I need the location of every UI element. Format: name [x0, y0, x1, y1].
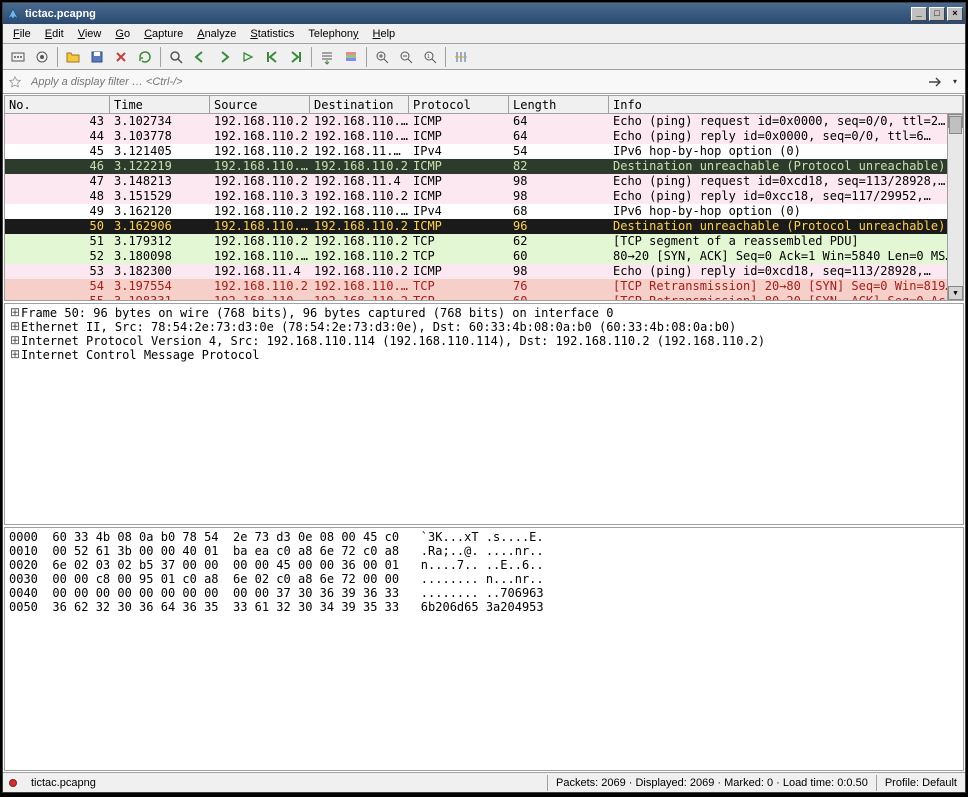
goto-last-icon[interactable]	[285, 46, 307, 68]
table-row[interactable]: 553.198331192.168.110.…192.168.110.2TCP6…	[5, 294, 963, 300]
zoom-out-icon[interactable]	[395, 46, 417, 68]
table-row[interactable]: 543.197554192.168.110.2192.168.110.…TCP7…	[5, 279, 963, 294]
table-row[interactable]: 463.122219192.168.110.…192.168.110.2ICMP…	[5, 159, 963, 174]
maximize-button[interactable]: □	[929, 7, 945, 21]
apply-filter-icon[interactable]	[925, 76, 945, 88]
table-row[interactable]: 443.103778192.168.110.2192.168.110.…ICMP…	[5, 129, 963, 144]
menu-capture[interactable]: Capture	[138, 26, 189, 42]
window-title: tictac.pcapng	[25, 8, 911, 20]
toolbar: 1	[3, 44, 965, 70]
table-row[interactable]: 503.162906192.168.110.…192.168.110.2ICMP…	[5, 219, 963, 234]
tree-item[interactable]: ⊞Ethernet II, Src: 78:54:2e:73:d3:0e (78…	[9, 320, 959, 334]
packet-bytes-pane[interactable]: 0000 60 33 4b 08 0a b0 78 54 2e 73 d3 0e…	[4, 527, 964, 771]
menu-view[interactable]: View	[72, 26, 108, 42]
main-window: tictac.pcapng _ □ × File Edit View Go Ca…	[2, 2, 966, 793]
expand-icon[interactable]: ⊞	[9, 306, 21, 320]
table-row[interactable]: 473.148213192.168.110.2192.168.11.4ICMP9…	[5, 174, 963, 189]
go-back-icon[interactable]	[189, 46, 211, 68]
minimize-button[interactable]: _	[911, 7, 927, 21]
table-row[interactable]: 523.180098192.168.110.…192.168.110.2TCP6…	[5, 249, 963, 264]
expand-icon[interactable]: ⊞	[9, 334, 21, 348]
app-logo-icon	[5, 6, 21, 22]
table-row[interactable]: 483.151529192.168.110.3192.168.110.2ICMP…	[5, 189, 963, 204]
menu-statistics[interactable]: Statistics	[244, 26, 300, 42]
save-icon[interactable]	[86, 46, 108, 68]
table-row[interactable]: 533.182300192.168.11.4192.168.110.2ICMP9…	[5, 264, 963, 279]
status-file[interactable]: tictac.pcapng	[23, 777, 104, 789]
display-filter-input[interactable]	[27, 74, 921, 90]
options-icon[interactable]	[31, 46, 53, 68]
packet-list-body[interactable]: 433.102734192.168.110.2192.168.110.…ICMP…	[5, 114, 963, 300]
scroll-down-icon[interactable]: ▼	[948, 286, 963, 300]
menubar: File Edit View Go Capture Analyze Statis…	[3, 24, 965, 44]
packet-list-pane: No. Time Source Destination Protocol Len…	[4, 95, 964, 301]
col-header-src[interactable]: Source	[210, 96, 310, 113]
menu-go[interactable]: Go	[109, 26, 136, 42]
expand-icon[interactable]: ⊞	[9, 348, 21, 362]
bookmark-icon[interactable]	[7, 74, 23, 90]
menu-file[interactable]: File	[7, 26, 37, 42]
table-row[interactable]: 433.102734192.168.110.2192.168.110.…ICMP…	[5, 114, 963, 129]
tree-item[interactable]: ⊞Internet Control Message Protocol	[9, 348, 959, 362]
expand-icon[interactable]: ⊞	[9, 320, 21, 334]
col-header-len[interactable]: Length	[509, 96, 609, 113]
scroll-thumb[interactable]	[949, 116, 962, 134]
status-bar: tictac.pcapng Packets: 2069 · Displayed:…	[3, 772, 965, 792]
tree-item[interactable]: ⊞Frame 50: 96 bytes on wire (768 bits), …	[9, 306, 959, 320]
packet-details-pane[interactable]: ⊞Frame 50: 96 bytes on wire (768 bits), …	[4, 303, 964, 525]
close-button[interactable]: ×	[947, 7, 963, 21]
col-header-proto[interactable]: Protocol	[409, 96, 509, 113]
table-row[interactable]: 493.162120192.168.110.2192.168.110.…IPv4…	[5, 204, 963, 219]
zoom-reset-icon[interactable]: 1	[419, 46, 441, 68]
tree-item[interactable]: ⊞Internet Protocol Version 4, Src: 192.1…	[9, 334, 959, 348]
resize-columns-icon[interactable]	[450, 46, 472, 68]
col-header-info[interactable]: Info	[609, 96, 963, 113]
filter-bar: ▾	[3, 70, 965, 94]
titlebar[interactable]: tictac.pcapng _ □ ×	[3, 3, 965, 24]
autoscroll-icon[interactable]	[316, 46, 338, 68]
reload-icon[interactable]	[134, 46, 156, 68]
col-header-dst[interactable]: Destination	[310, 96, 409, 113]
zoom-in-icon[interactable]	[371, 46, 393, 68]
col-header-no[interactable]: No.	[5, 96, 110, 113]
colorize-icon[interactable]	[340, 46, 362, 68]
menu-help[interactable]: Help	[367, 26, 402, 42]
packet-scrollbar[interactable]: ▲ ▼	[947, 114, 963, 300]
go-forward-icon[interactable]	[213, 46, 235, 68]
menu-telephony[interactable]: Telephony	[302, 26, 364, 42]
status-profile[interactable]: Profile: Default	[877, 777, 965, 789]
goto-packet-icon[interactable]	[237, 46, 259, 68]
open-icon[interactable]	[62, 46, 84, 68]
table-row[interactable]: 453.121405192.168.110.2192.168.11.…IPv45…	[5, 144, 963, 159]
expert-info-icon[interactable]	[9, 779, 17, 787]
status-packets: Packets: 2069 · Displayed: 2069 · Marked…	[548, 777, 876, 789]
goto-first-icon[interactable]	[261, 46, 283, 68]
find-icon[interactable]	[165, 46, 187, 68]
close-file-icon[interactable]	[110, 46, 132, 68]
menu-edit[interactable]: Edit	[39, 26, 70, 42]
table-row[interactable]: 513.179312192.168.110.2192.168.110.2TCP6…	[5, 234, 963, 249]
col-header-time[interactable]: Time	[110, 96, 210, 113]
menu-analyze[interactable]: Analyze	[191, 26, 242, 42]
svg-text:1: 1	[427, 54, 430, 60]
filter-dropdown-icon[interactable]: ▾	[949, 77, 961, 86]
packet-list-header[interactable]: No. Time Source Destination Protocol Len…	[5, 96, 963, 114]
interfaces-icon[interactable]	[7, 46, 29, 68]
